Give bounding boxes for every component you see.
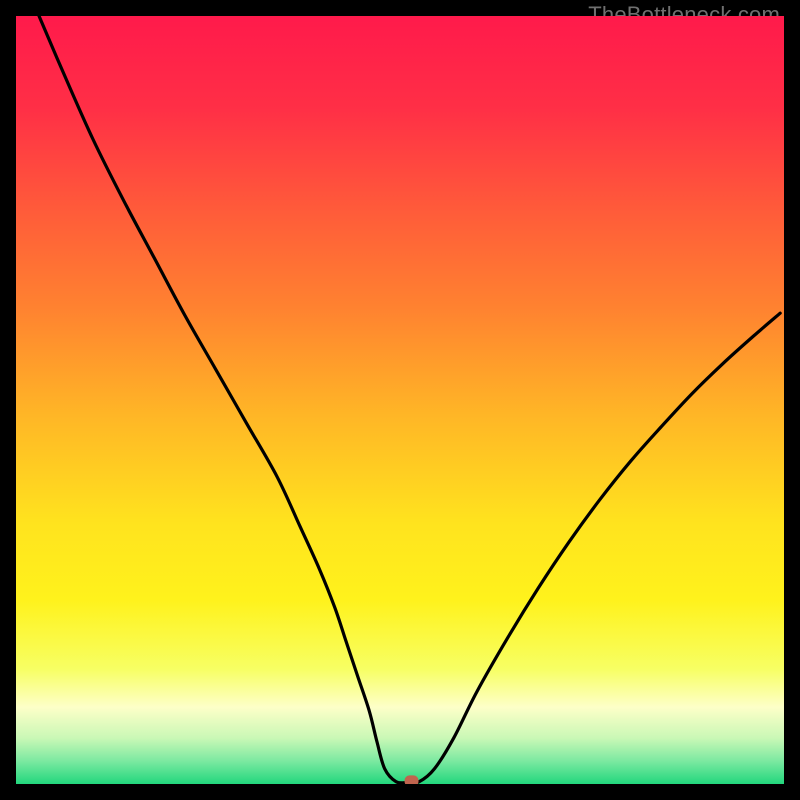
- bottleneck-chart: [16, 16, 784, 784]
- chart-background: [16, 16, 784, 784]
- chart-frame: [16, 16, 784, 784]
- minimum-marker: [405, 775, 419, 784]
